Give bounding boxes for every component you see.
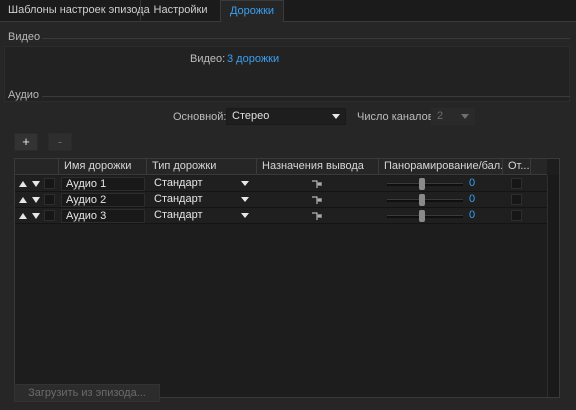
mute-checkbox[interactable] — [511, 194, 522, 205]
video-tracks-label: Видео: — [190, 53, 226, 65]
add-track-button[interactable]: + — [14, 133, 38, 151]
track-settings-dialog: Шаблоны настроек эпизода Настройки Дорож… — [0, 0, 576, 410]
video-section-divider — [42, 38, 570, 39]
mute-checkbox[interactable] — [511, 178, 522, 189]
move-up-icon[interactable] — [19, 181, 27, 187]
track-checkbox[interactable] — [44, 194, 55, 205]
column-header-reorder — [15, 159, 59, 175]
column-header-pan-balance[interactable]: Панорамирование/бал... — [379, 159, 503, 175]
track-checkbox[interactable] — [44, 178, 55, 189]
vertical-scrollbar[interactable] — [547, 175, 559, 397]
output-routing-icon[interactable] — [311, 178, 323, 190]
video-section-title: Видео — [8, 31, 41, 43]
move-down-icon[interactable] — [32, 213, 40, 219]
pan-slider-handle[interactable] — [419, 210, 425, 222]
video-section: Видео: 3 дорожки — [4, 46, 570, 102]
audio-tracks-table: Имя дорожки Тип дорожки Назначения вывод… — [14, 158, 560, 398]
chevron-down-icon — [241, 213, 249, 218]
chevron-down-icon — [332, 114, 340, 119]
chevron-down-icon — [241, 181, 249, 186]
master-label: Основной: — [173, 111, 227, 123]
column-header-mute[interactable]: От... — [503, 159, 531, 175]
move-down-icon[interactable] — [32, 181, 40, 187]
track-name-field[interactable]: Аудио 3 — [61, 209, 145, 223]
track-type-value: Стандарт — [154, 209, 203, 221]
chevron-down-icon — [461, 114, 469, 119]
column-header-output-assignment[interactable]: Назначения вывода — [257, 159, 379, 175]
pan-value[interactable]: 0 — [469, 208, 475, 223]
tracks-panel: Видео Видео: 3 дорожки Аудио Основной: С… — [0, 22, 576, 410]
pan-value[interactable]: 0 — [469, 176, 475, 191]
channels-label: Число каналов: — [357, 111, 437, 123]
table-row[interactable]: Аудио 1 Стандарт 0 — [15, 176, 547, 192]
track-type-value: Стандарт — [154, 177, 203, 189]
table-header: Имя дорожки Тип дорожки Назначения вывод… — [15, 159, 547, 175]
output-routing-icon[interactable] — [311, 210, 323, 222]
track-name-field[interactable]: Аудио 1 — [61, 177, 145, 191]
track-checkbox[interactable] — [44, 210, 55, 221]
load-from-sequence-button[interactable]: Загрузить из эпизода... — [14, 384, 160, 402]
column-header-track-type[interactable]: Тип дорожки — [147, 159, 257, 175]
move-up-icon[interactable] — [19, 197, 27, 203]
mute-checkbox[interactable] — [511, 210, 522, 221]
move-up-icon[interactable] — [19, 213, 27, 219]
tab-bar: Шаблоны настроек эпизода Настройки Дорож… — [0, 0, 576, 22]
video-tracks-value[interactable]: 3 дорожки — [227, 53, 279, 65]
pan-slider-track[interactable] — [387, 215, 463, 218]
audio-section-divider — [42, 96, 570, 97]
track-type-value: Стандарт — [154, 193, 203, 205]
tab-tracks[interactable]: Дорожки — [220, 0, 284, 22]
master-dropdown[interactable]: Стерео — [226, 108, 346, 125]
pan-slider-track[interactable] — [387, 183, 463, 186]
channels-dropdown-value: 2 — [437, 110, 444, 122]
table-row[interactable]: Аудио 2 Стандарт 0 — [15, 192, 547, 208]
track-type-dropdown[interactable]: Стандарт — [149, 192, 255, 208]
pan-slider-handle[interactable] — [419, 194, 425, 206]
master-dropdown-value: Стерео — [232, 110, 270, 122]
track-type-dropdown[interactable]: Стандарт — [149, 208, 255, 224]
audio-section-title: Аудио — [8, 89, 40, 101]
tab-sequence-presets[interactable]: Шаблоны настроек эпизода — [0, 0, 150, 22]
chevron-down-icon — [241, 197, 249, 202]
tab-settings[interactable]: Настройки — [140, 0, 220, 22]
pan-value[interactable]: 0 — [469, 192, 475, 207]
channels-dropdown[interactable]: 2 — [431, 108, 475, 125]
output-routing-icon[interactable] — [311, 194, 323, 206]
move-down-icon[interactable] — [32, 197, 40, 203]
table-row[interactable]: Аудио 3 Стандарт 0 — [15, 208, 547, 224]
track-name-field[interactable]: Аудио 2 — [61, 193, 145, 207]
track-type-dropdown[interactable]: Стандарт — [149, 176, 255, 192]
remove-track-button[interactable]: - — [48, 133, 72, 151]
pan-slider-track[interactable] — [387, 199, 463, 202]
pan-slider-handle[interactable] — [419, 178, 425, 190]
column-header-track-name[interactable]: Имя дорожки — [59, 159, 147, 175]
